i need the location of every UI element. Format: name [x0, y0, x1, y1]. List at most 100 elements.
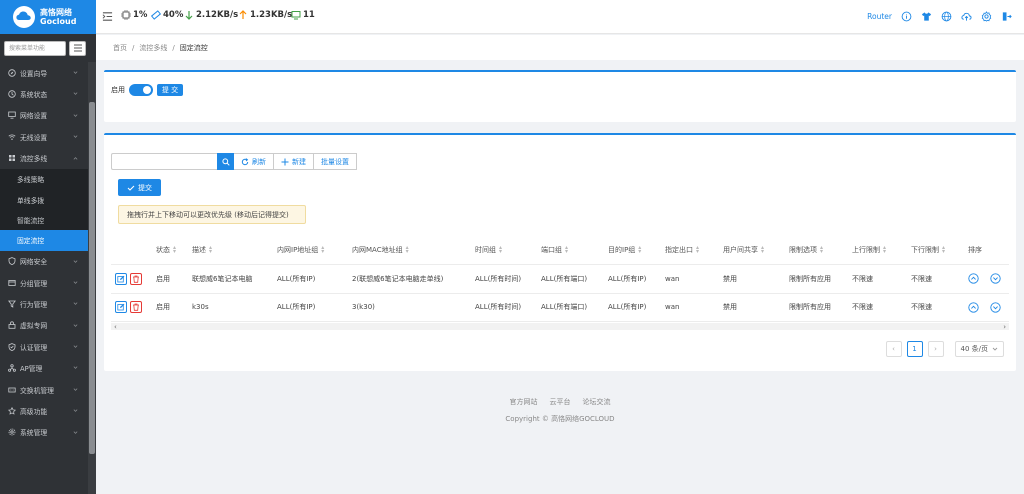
- edit-button[interactable]: [115, 301, 127, 314]
- menu-search-input[interactable]: [4, 40, 66, 56]
- info-icon[interactable]: [901, 11, 912, 22]
- sidebar-subitem[interactable]: 智能流控: [0, 209, 96, 231]
- move-up-icon[interactable]: [968, 302, 979, 313]
- chevron-down-icon: [73, 388, 78, 391]
- sidebar-item[interactable]: 高级功能: [0, 400, 96, 421]
- sort-icon[interactable]: ▴ ▾: [696, 245, 699, 255]
- sort-icon[interactable]: ▴ ▾: [942, 245, 945, 255]
- footer: 官方网站 云平台 论坛交流 Copyright © 高恪网络GOCLOUD: [96, 397, 1024, 424]
- switch-icon: [8, 387, 16, 392]
- footer-link-official[interactable]: 官方网站: [510, 397, 538, 407]
- sort-icon[interactable]: ▴ ▾: [761, 245, 764, 255]
- edit-button[interactable]: [115, 272, 127, 285]
- rules-panel: 刷新 新建 批量设置 提交 拖拽行并上下移动可以更改优先级 (移动后记得提交) …: [104, 133, 1016, 371]
- move-up-icon[interactable]: [968, 273, 979, 284]
- top-bar: 高恪网络 Gocloud 1% 40% 2.12KB/s 1.23KB/s 11…: [0, 0, 1024, 34]
- router-link[interactable]: Router: [867, 12, 892, 21]
- batch-settings-button[interactable]: 批量设置: [314, 153, 357, 170]
- sort-icon[interactable]: ▴ ▾: [638, 245, 641, 255]
- sidebar-subitem[interactable]: 固定流控: [0, 230, 96, 251]
- sidebar-item[interactable]: 流控多线: [0, 148, 96, 169]
- breadcrumb-section[interactable]: 流控多线: [139, 43, 167, 53]
- column-header[interactable]: 状态 ▴ ▾: [156, 236, 176, 264]
- column-header[interactable]: 内网MAC地址组 ▴ ▾: [352, 236, 409, 264]
- cloud-upload-icon[interactable]: [961, 11, 972, 22]
- sort-icon[interactable]: ▴ ▾: [406, 245, 409, 255]
- download-stat: 2.12KB/s: [184, 10, 238, 20]
- sidebar-item[interactable]: 设置向导: [0, 62, 96, 83]
- sidebar-item[interactable]: AP管理: [0, 357, 96, 378]
- sidebar-scroll-thumb[interactable]: [89, 102, 95, 454]
- footer-link-forum[interactable]: 论坛交流: [583, 397, 611, 407]
- refresh-button[interactable]: 刷新: [234, 153, 274, 170]
- sidebar-item[interactable]: 交换机管理: [0, 379, 96, 400]
- column-header[interactable]: 目的IP组 ▴ ▾: [608, 236, 641, 264]
- chevron-down-icon: [73, 345, 78, 348]
- confirm-label: 提交: [138, 183, 152, 192]
- chevron-down-icon: [73, 92, 78, 96]
- scroll-left-icon[interactable]: ‹: [114, 323, 117, 331]
- sidebar-item[interactable]: 系统状态: [0, 83, 96, 104]
- column-header[interactable]: 上行限制 ▴ ▾: [852, 236, 886, 264]
- sidebar-item[interactable]: 虚拟专网: [0, 315, 96, 336]
- column-header[interactable]: 端口组 ▴ ▾: [541, 236, 568, 264]
- logout-icon[interactable]: [1001, 11, 1012, 22]
- table-row[interactable]: 启用 联想威6笔记本电脑 ALL(所有IP) 2(联想威6笔记本电脑走单线) ALL(所…: [111, 265, 1009, 294]
- chevron-down-icon: [73, 324, 78, 327]
- submit-button[interactable]: 提 交: [157, 84, 183, 96]
- move-down-icon[interactable]: [990, 302, 1001, 313]
- sidebar-item[interactable]: 行为管理: [0, 293, 96, 314]
- sidebar-item[interactable]: 网络安全: [0, 251, 96, 272]
- next-page-button[interactable]: ›: [927, 341, 944, 357]
- table-horizontal-scrollbar[interactable]: ‹ ›: [111, 323, 1009, 331]
- table-row[interactable]: 启用 k30s ALL(所有IP) 3(k30) ALL(所有时间) ALL(所有端口) A…: [111, 294, 1009, 322]
- column-header[interactable]: 指定出口 ▴ ▾: [665, 236, 699, 264]
- menu-list-button[interactable]: [69, 40, 86, 56]
- sidebar-item[interactable]: 无线设置: [0, 126, 96, 147]
- sort-icon[interactable]: ▴ ▾: [321, 245, 324, 255]
- search-button[interactable]: [217, 153, 234, 170]
- page-button[interactable]: 1: [906, 341, 923, 357]
- sidebar-item-label: 分组管理: [20, 279, 48, 288]
- sort-icon[interactable]: ▴ ▾: [499, 245, 502, 255]
- page-size-value: 40 条/页: [960, 345, 989, 353]
- footer-link-cloud[interactable]: 云平台: [550, 397, 571, 407]
- page-size-select[interactable]: 40 条/页: [954, 341, 1004, 357]
- delete-button[interactable]: [130, 272, 142, 285]
- sidebar-item[interactable]: 网络设置: [0, 105, 96, 126]
- delete-button[interactable]: [130, 301, 142, 314]
- add-button[interactable]: 新建: [274, 153, 314, 170]
- sort-icon[interactable]: ▴ ▾: [173, 245, 176, 255]
- sidebar-subitem[interactable]: 多线策略: [0, 168, 96, 190]
- globe-icon[interactable]: [941, 11, 952, 22]
- shirt-icon[interactable]: [921, 11, 932, 22]
- enable-toggle[interactable]: [129, 84, 153, 96]
- column-header[interactable]: 时间组 ▴ ▾: [475, 236, 502, 264]
- sort-icon[interactable]: ▴ ▾: [883, 245, 886, 255]
- sidebar: 设置向导系统状态网络设置无线设置流控多线 多线策略单线多拨智能流控固定流控 网络…: [0, 34, 96, 494]
- column-header[interactable]: 用户间共享 ▴ ▾: [723, 236, 764, 264]
- logo[interactable]: 高恪网络 Gocloud: [0, 0, 96, 34]
- sidebar-item[interactable]: 认证管理: [0, 336, 96, 357]
- settings-icon[interactable]: [981, 11, 992, 22]
- confirm-submit-button[interactable]: 提交: [118, 179, 161, 196]
- plus-icon: [281, 158, 289, 165]
- sidebar-item[interactable]: 分组管理: [0, 272, 96, 293]
- search-input[interactable]: [111, 153, 217, 170]
- sidebar-item[interactable]: 系统管理: [0, 422, 96, 443]
- column-header[interactable]: 内网IP地址组 ▴ ▾: [277, 236, 324, 264]
- column-header[interactable]: 描述 ▴ ▾: [192, 236, 212, 264]
- menu-collapse-icon[interactable]: [102, 11, 113, 22]
- column-header[interactable]: 下行限制 ▴ ▾: [911, 236, 945, 264]
- sidebar-subitem[interactable]: 单线多拨: [0, 189, 96, 210]
- scroll-right-icon[interactable]: ›: [1003, 323, 1006, 331]
- sort-icon[interactable]: ▴ ▾: [565, 245, 568, 255]
- breadcrumb-home[interactable]: 首页: [113, 43, 127, 53]
- column-header[interactable]: 限制选项 ▴ ▾: [789, 236, 823, 264]
- sidebar-scrollbar[interactable]: [88, 62, 96, 494]
- table-cell: 不限速: [911, 303, 932, 312]
- sort-icon[interactable]: ▴ ▾: [820, 245, 823, 255]
- prev-page-button[interactable]: ‹: [885, 341, 902, 357]
- sort-icon[interactable]: ▴ ▾: [209, 245, 212, 255]
- move-down-icon[interactable]: [990, 273, 1001, 284]
